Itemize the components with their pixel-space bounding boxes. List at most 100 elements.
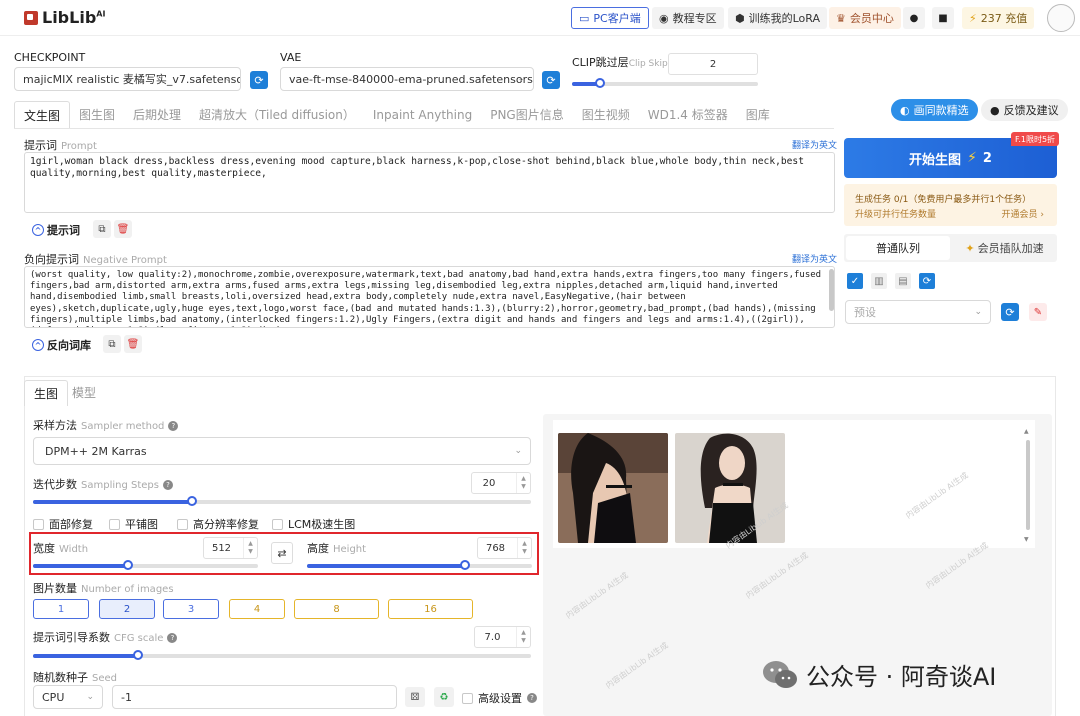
steps-input[interactable]: 20 ▲ ▼ xyxy=(471,472,531,494)
option-checkbox-3[interactable]: LCM极速生图 xyxy=(272,516,355,532)
tab-7[interactable]: WD1.4 标签器 xyxy=(639,101,737,129)
edit-icon[interactable]: ✎ xyxy=(1029,303,1047,321)
tab-1[interactable]: 图生图 xyxy=(70,101,124,129)
chevron-up-icon: ^ xyxy=(32,339,44,351)
recycle-icon[interactable]: ♻ xyxy=(434,687,454,707)
image-count-option-2[interactable]: 2 xyxy=(99,599,155,619)
tab-3[interactable]: 超清放大（Tiled diffusion） xyxy=(190,101,364,129)
bolt-icon: ⚡ xyxy=(967,150,977,166)
wechat-watermark: 公众号 · 阿奇谈AI xyxy=(762,657,996,692)
help-icon[interactable]: ? xyxy=(527,693,537,703)
checkpoint-refresh-icon[interactable]: ⟳ xyxy=(250,71,268,89)
avatar[interactable] xyxy=(1047,4,1075,32)
tab-6[interactable]: 图生视频 xyxy=(573,101,639,129)
checkpoint-select[interactable]: majicMIX realistic 麦橘写实_v7.safetensors ⌄ xyxy=(14,67,241,91)
logo-text: LibLib xyxy=(42,8,97,27)
help-icon[interactable]: ? xyxy=(168,421,179,431)
checkbox-checked-icon[interactable]: ✓ xyxy=(847,273,863,289)
pc-client-button[interactable]: ▭ PC客户端 xyxy=(571,7,649,29)
feature-button[interactable]: ◐ 画同款精选 xyxy=(891,99,978,121)
negative-prompt-label: 负向提示词 Negative Prompt xyxy=(24,253,167,266)
negative-library-button[interactable]: ^ 反向词库 xyxy=(32,336,91,354)
bolt-icon: ⚡ xyxy=(969,11,977,25)
cfg-input[interactable]: 7.0 ▲ ▼ xyxy=(474,626,531,648)
tab-generate[interactable]: 生图 xyxy=(24,380,69,406)
generated-image-1[interactable] xyxy=(558,433,668,543)
seed-input[interactable]: -1 xyxy=(112,685,397,709)
preview-scrollbar[interactable]: ▲ ▼ xyxy=(1023,428,1033,546)
swap-size-icon[interactable]: ⇄ xyxy=(271,542,293,564)
width-input[interactable]: 512 ▲ ▼ xyxy=(203,537,258,559)
vip-center-button[interactable]: ♛ 会员中心 xyxy=(829,7,901,29)
tab-5[interactable]: PNG图片信息 xyxy=(481,101,573,129)
trash-icon[interactable]: 🗑 xyxy=(124,335,142,353)
option-checkbox-2[interactable]: 高分辨率修复 xyxy=(177,516,259,532)
cfg-slider[interactable] xyxy=(33,650,531,660)
tutorial-button[interactable]: ◉ 教程专区 xyxy=(652,7,724,29)
prompt-translate-link[interactable]: 翻译为英文 xyxy=(792,138,837,151)
function-tabs: 文生图 图生图 后期处理 超清放大（Tiled diffusion） Inpaint A… xyxy=(14,99,779,129)
logo-mark-icon xyxy=(24,10,38,25)
prompt-textarea[interactable]: 1girl,woman black dress,backless dress,e… xyxy=(24,152,835,213)
logo[interactable]: LibLibAI xyxy=(24,8,105,27)
seed-device-select[interactable]: CPU ⌄ xyxy=(33,685,103,709)
refresh-icon[interactable]: ⟳ xyxy=(919,273,935,289)
option-checkbox-0[interactable]: 面部修复 xyxy=(33,516,93,532)
open-vip-link[interactable]: 开通会员 › xyxy=(1002,207,1044,220)
document-icon[interactable]: ■ xyxy=(932,7,954,29)
sampler-select[interactable]: DPM++ 2M Karras ⌄ xyxy=(33,437,531,465)
dice-icon[interactable]: ⚄ xyxy=(405,687,425,707)
vip-queue-option[interactable]: ✦ 会员插队加速 xyxy=(954,236,1055,260)
image-count-option-8[interactable]: 8 xyxy=(294,599,379,619)
tab-model[interactable]: 模型 xyxy=(63,380,105,406)
tab-divider xyxy=(14,128,834,129)
prompt-library-button[interactable]: ^ 提示词 xyxy=(32,221,80,239)
preset-select[interactable]: 预设 ⌄ xyxy=(845,300,991,324)
crown-icon: ♛ xyxy=(836,11,846,25)
copy-icon[interactable]: ⧉ xyxy=(93,220,111,238)
task-info-box: 生成任务 0/1（免费用户最多并行1个任务） 升级可并行任务数量 开通会员 › xyxy=(844,184,1057,226)
negative-prompt-textarea[interactable]: (worst quality, low quality:2),monochrom… xyxy=(24,266,835,328)
checkpoint-label: CHECKPOINT xyxy=(14,51,86,64)
clip-skip-label: CLIP跳过层Clip Skip xyxy=(572,56,668,69)
image-count-option-3[interactable]: 3 xyxy=(163,599,219,619)
normal-queue-option[interactable]: 普通队列 xyxy=(846,236,950,260)
clipboard-icon[interactable]: ▤ xyxy=(895,273,911,289)
train-lora-button[interactable]: ⬢ 训练我的LoRA xyxy=(728,7,827,29)
height-input[interactable]: 768 ▲ ▼ xyxy=(477,537,532,559)
stepper-icon[interactable]: ▲ ▼ xyxy=(516,627,530,647)
height-slider[interactable] xyxy=(307,560,532,570)
stepper-icon[interactable]: ▲ ▼ xyxy=(243,538,257,558)
generated-image-2[interactable] xyxy=(675,433,785,543)
image-count-option-4[interactable]: 4 xyxy=(229,599,285,619)
tab-0[interactable]: 文生图 xyxy=(14,101,71,129)
negative-scrollbar[interactable] xyxy=(829,269,834,311)
feedback-button[interactable]: ● 反馈及建议 xyxy=(981,99,1068,121)
advanced-settings-checkbox[interactable]: 高级设置? xyxy=(462,690,537,706)
trash-icon[interactable]: ▥ xyxy=(871,273,887,289)
image-count-option-16[interactable]: 16 xyxy=(388,599,473,619)
preset-refresh-icon[interactable]: ⟳ xyxy=(1001,303,1019,321)
clip-skip-slider[interactable] xyxy=(572,78,758,88)
clip-skip-input[interactable]: 2 xyxy=(668,53,758,75)
stepper-icon[interactable]: ▲ ▼ xyxy=(516,473,530,493)
vae-refresh-icon[interactable]: ⟳ xyxy=(542,71,560,89)
tab-2[interactable]: 后期处理 xyxy=(124,101,190,129)
logo-sup: AI xyxy=(96,9,106,19)
tab-8[interactable]: 图库 xyxy=(737,101,779,129)
vae-select[interactable]: vae-ft-mse-840000-ema-pruned.safetensors… xyxy=(280,67,534,91)
option-checkbox-1[interactable]: 平铺图 xyxy=(109,516,158,532)
steps-slider[interactable] xyxy=(33,496,531,506)
help-icon[interactable]: ? xyxy=(167,633,178,643)
negative-translate-link[interactable]: 翻译为英文 xyxy=(792,252,837,265)
help-icon[interactable]: ? xyxy=(162,480,173,490)
chat-icon[interactable]: ● xyxy=(903,7,925,29)
recharge-button[interactable]: ⚡ 237 充值 xyxy=(962,7,1035,29)
image-count-option-1[interactable]: 1 xyxy=(33,599,89,619)
trash-icon[interactable]: 🗑 xyxy=(114,220,132,238)
width-slider[interactable] xyxy=(33,560,258,570)
stepper-icon[interactable]: ▲ ▼ xyxy=(517,538,531,558)
chevron-down-icon: ⌄ xyxy=(224,74,232,84)
tab-4[interactable]: Inpaint Anything xyxy=(364,101,481,129)
copy-icon[interactable]: ⧉ xyxy=(103,335,121,353)
